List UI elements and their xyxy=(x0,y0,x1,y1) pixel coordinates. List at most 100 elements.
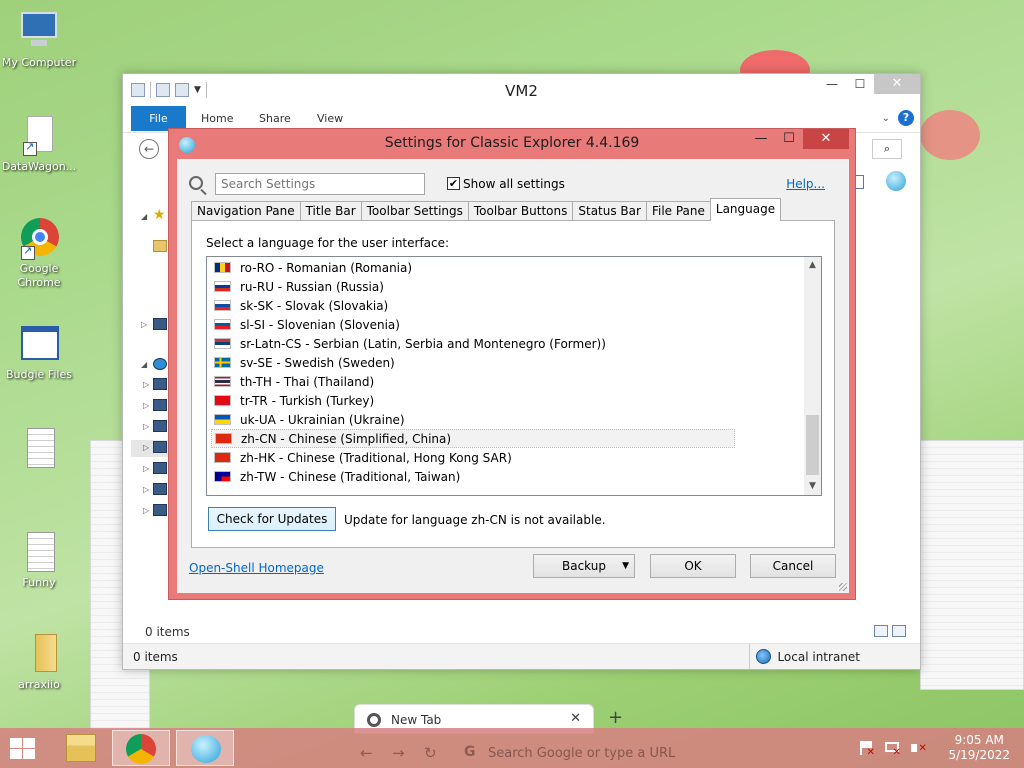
minimize-button[interactable]: — xyxy=(747,129,775,149)
desktop-icon-budgie-files[interactable]: Budgie Files xyxy=(0,322,79,382)
close-tab-icon[interactable]: ✕ xyxy=(570,711,581,726)
list-item[interactable]: tr-TR - Turkish (Turkey) xyxy=(211,391,735,410)
minimize-button[interactable]: — xyxy=(818,74,846,94)
tab-navigation-pane[interactable]: Navigation Pane xyxy=(191,201,301,221)
tab-toolbar-settings[interactable]: Toolbar Settings xyxy=(360,201,469,221)
details-view-icon[interactable] xyxy=(874,625,888,637)
list-item[interactable]: zh-HK - Chinese (Traditional, Hong Kong … xyxy=(211,448,735,467)
expand-arrow-icon[interactable]: ▷ xyxy=(143,485,149,494)
taskbar-clock[interactable]: 9:05 AM 5/19/2022 xyxy=(948,733,1010,763)
expand-arrow-icon[interactable]: ▷ xyxy=(143,401,149,410)
language-list-scrollbar[interactable]: ▲ ▼ xyxy=(804,257,821,495)
reload-icon[interactable]: ↻ xyxy=(424,744,437,762)
chevron-down-icon[interactable]: ⌄ xyxy=(882,113,890,124)
list-item[interactable]: ru-RU - Russian (Russia) xyxy=(211,277,735,296)
flag-si-icon xyxy=(214,319,231,330)
expand-arrow-icon[interactable]: ▷ xyxy=(143,422,149,431)
scroll-up-icon[interactable]: ▲ xyxy=(804,257,821,274)
expand-arrow-icon[interactable]: ▷ xyxy=(143,506,149,515)
desktop-icon-text-file[interactable] xyxy=(0,428,79,474)
list-item[interactable]: sv-SE - Swedish (Sweden) xyxy=(211,353,735,372)
list-item[interactable]: uk-UA - Ukrainian (Ukraine) xyxy=(211,410,735,429)
status-item-count: 0 items xyxy=(133,650,178,664)
help-icon[interactable]: ? xyxy=(898,110,914,126)
list-item[interactable]: ro-RO - Romanian (Romania) xyxy=(211,258,735,277)
omnibox[interactable]: G Search Google or type a URL xyxy=(454,740,854,766)
expand-arrow-icon[interactable]: ◢ xyxy=(141,360,147,369)
backup-button[interactable]: Backup ▼ xyxy=(533,554,635,578)
desktop-icon-arraxiio[interactable]: arraxiio xyxy=(0,632,79,692)
maximize-button[interactable]: ☐ xyxy=(846,74,874,94)
show-all-settings-label[interactable]: Show all settings xyxy=(463,177,565,191)
volume-muted-icon[interactable]: ✕ xyxy=(910,740,928,756)
flag-ru-icon xyxy=(214,281,231,292)
back-arrow-icon[interactable]: ← xyxy=(360,744,373,762)
computer-icon xyxy=(153,462,167,474)
taskbar-file-explorer[interactable] xyxy=(52,730,110,766)
desktop-icon-datawagon[interactable]: DataWagon... xyxy=(0,114,79,174)
ok-button[interactable]: OK xyxy=(650,554,736,578)
back-arrow-icon[interactable]: ← xyxy=(139,139,159,159)
item-count: 0 items xyxy=(145,625,190,639)
tab-status-bar[interactable]: Status Bar xyxy=(572,201,647,221)
flag-se-icon xyxy=(214,357,231,368)
dialog-body: ✔ Show all settings Help... Navigation P… xyxy=(177,159,849,593)
list-item[interactable]: sr-Latn-CS - Serbian (Latin, Serbia and … xyxy=(211,334,735,353)
windows-start-icon[interactable] xyxy=(8,736,36,760)
desktop-icon-my-computer[interactable]: My Computer xyxy=(0,10,79,70)
cancel-button[interactable]: Cancel xyxy=(750,554,836,578)
expand-arrow-icon[interactable]: ▷ xyxy=(141,320,147,329)
list-item[interactable]: sk-SK - Slovak (Slovakia) xyxy=(211,296,735,315)
list-item-selected[interactable]: zh-CN - Chinese (Simplified, China) xyxy=(211,429,735,448)
new-tab-icon[interactable]: + xyxy=(608,707,623,728)
language-panel: Select a language for the user interface… xyxy=(191,220,835,548)
omnibox-placeholder: Search Google or type a URL xyxy=(488,746,676,761)
taskbar-classic-explorer-settings[interactable] xyxy=(176,730,234,766)
computer-icon xyxy=(153,441,167,453)
shortcut-arrow-icon xyxy=(21,244,35,260)
show-all-settings-checkbox[interactable]: ✔ xyxy=(447,177,460,190)
resize-grip[interactable] xyxy=(839,583,847,591)
settings-dialog[interactable]: Settings for Classic Explorer 4.4.169 — … xyxy=(168,128,856,600)
computer-icon xyxy=(153,504,167,516)
text-file-icon xyxy=(17,530,61,574)
shell-icon[interactable] xyxy=(886,171,906,191)
ribbon-right-controls: ⌄ ? xyxy=(882,110,914,126)
search-settings-input[interactable] xyxy=(215,173,425,195)
network-icon[interactable]: ✕ xyxy=(884,740,902,758)
zone-label: Local intranet xyxy=(777,649,860,664)
update-status-text: Update for language zh-CN is not availab… xyxy=(344,513,606,527)
shortcut-arrow-icon xyxy=(23,140,37,156)
close-button[interactable]: ✕ xyxy=(874,74,920,94)
tab-language[interactable]: Language xyxy=(709,198,782,221)
large-icons-view-icon[interactable] xyxy=(892,625,906,637)
view-switcher xyxy=(874,625,906,637)
open-shell-homepage-link[interactable]: Open-Shell Homepage xyxy=(189,561,324,575)
list-item[interactable]: zh-TW - Chinese (Traditional, Taiwan) xyxy=(211,467,735,486)
language-list[interactable]: ro-RO - Romanian (Romania) ru-RU - Russi… xyxy=(206,256,822,496)
computer-icon xyxy=(153,483,167,495)
expand-arrow-icon[interactable]: ▷ xyxy=(143,380,149,389)
search-icon[interactable]: ⌕ xyxy=(872,139,902,159)
help-link[interactable]: Help... xyxy=(786,177,825,191)
list-item[interactable]: sl-SI - Slovenian (Slovenia) xyxy=(211,315,735,334)
tab-toolbar-buttons[interactable]: Toolbar Buttons xyxy=(467,201,574,221)
shell-icon xyxy=(191,735,221,763)
desktop-icon-funny[interactable]: Funny xyxy=(0,530,79,590)
close-button[interactable]: ✕ xyxy=(803,129,849,149)
maximize-button[interactable]: ☐ xyxy=(775,129,803,149)
taskbar-google-chrome[interactable] xyxy=(112,730,170,766)
action-center-flag-icon[interactable]: ✕ xyxy=(858,740,876,758)
list-item[interactable]: th-TH - Thai (Thailand) xyxy=(211,372,735,391)
tab-file-pane[interactable]: File Pane xyxy=(645,201,711,221)
check-for-updates-button[interactable]: Check for Updates xyxy=(208,507,336,531)
expand-arrow-icon[interactable]: ▷ xyxy=(143,464,149,473)
scroll-thumb[interactable] xyxy=(806,415,819,475)
tab-title-bar[interactable]: Title Bar xyxy=(299,201,362,221)
expand-arrow-icon[interactable]: ▷ xyxy=(143,443,149,452)
expand-arrow-icon[interactable]: ◢ xyxy=(141,212,147,221)
scroll-down-icon[interactable]: ▼ xyxy=(804,478,821,495)
desktop-icon-google-chrome[interactable]: Google Chrome xyxy=(0,216,79,290)
forward-arrow-icon[interactable]: → xyxy=(392,744,405,762)
explorer-titlebar[interactable]: ▼ VM2 — ☐ ✕ xyxy=(123,74,920,106)
